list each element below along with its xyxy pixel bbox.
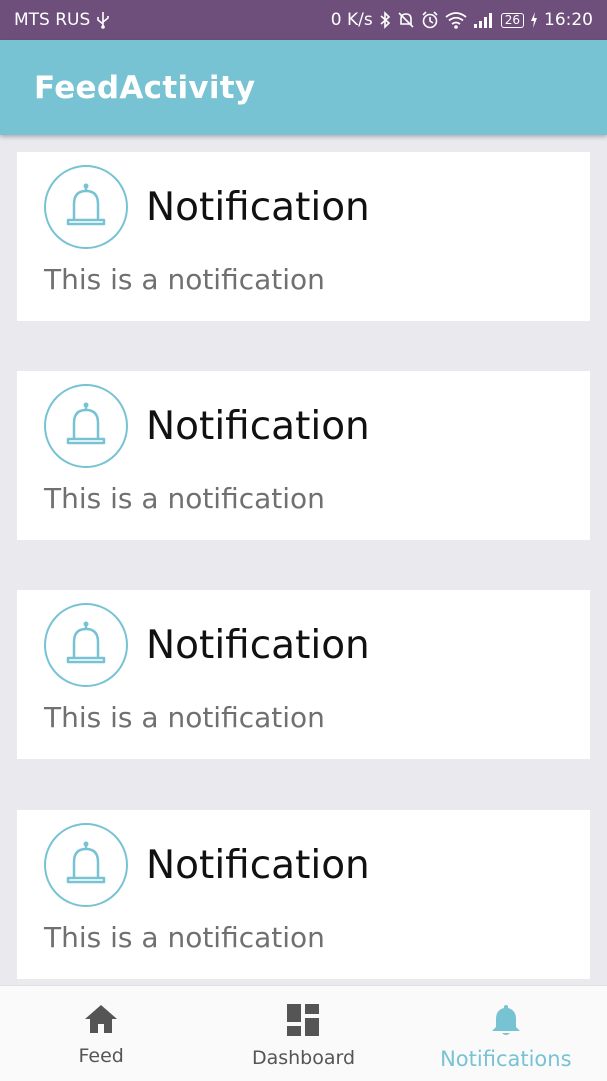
notification-body: This is a notification: [44, 263, 325, 296]
bell-icon: [44, 165, 128, 249]
notification-title: Notification: [146, 623, 370, 668]
nav-item-feed[interactable]: Feed: [0, 986, 202, 1081]
notification-card[interactable]: Notification This is a notification: [17, 371, 590, 540]
nav-label-dashboard: Dashboard: [251, 1047, 356, 1069]
notification-title: Notification: [146, 843, 370, 888]
nav-label-notifications: Notifications: [440, 1047, 572, 1071]
wifi-icon: [445, 11, 467, 29]
notification-body: This is a notification: [44, 701, 325, 734]
notification-list[interactable]: Notification This is a notification Noti…: [0, 135, 607, 985]
bell-icon: [44, 603, 128, 687]
battery-indicator: 26: [500, 12, 524, 28]
bell-icon: [490, 1003, 522, 1041]
mute-icon: [397, 11, 415, 29]
clock: 16:20: [544, 10, 593, 30]
signal-icon: [473, 11, 495, 29]
bottom-navigation: Feed Dashboard Notifications: [0, 985, 607, 1081]
dashboard-icon: [286, 1003, 320, 1041]
alarm-icon: [421, 11, 439, 29]
carrier-label: MTS RUS: [14, 10, 91, 30]
status-bar: MTS RUS 0 K/s 26 16:20: [0, 0, 607, 40]
notification-body: This is a notification: [44, 921, 325, 954]
home-icon: [83, 1003, 119, 1039]
app-title: FeedActivity: [34, 69, 256, 106]
status-right: 0 K/s 26 16:20: [331, 10, 593, 30]
charging-icon: [530, 12, 538, 28]
notification-card[interactable]: Notification This is a notification: [17, 152, 590, 321]
status-left: MTS RUS: [14, 10, 110, 30]
bell-icon: [44, 384, 128, 468]
bell-icon: [44, 823, 128, 907]
notification-title: Notification: [146, 185, 370, 230]
notification-title: Notification: [146, 404, 370, 449]
notification-card[interactable]: Notification This is a notification: [17, 810, 590, 979]
notification-card[interactable]: Notification This is a notification: [17, 590, 590, 759]
bluetooth-icon: [379, 11, 391, 29]
notification-body: This is a notification: [44, 482, 325, 515]
nav-item-dashboard[interactable]: Dashboard: [202, 986, 404, 1081]
nav-label-feed: Feed: [78, 1045, 124, 1067]
app-bar: FeedActivity: [0, 40, 607, 135]
usb-icon: [96, 11, 110, 29]
nav-item-notifications[interactable]: Notifications: [405, 986, 607, 1081]
network-speed: 0 K/s: [330, 10, 373, 30]
